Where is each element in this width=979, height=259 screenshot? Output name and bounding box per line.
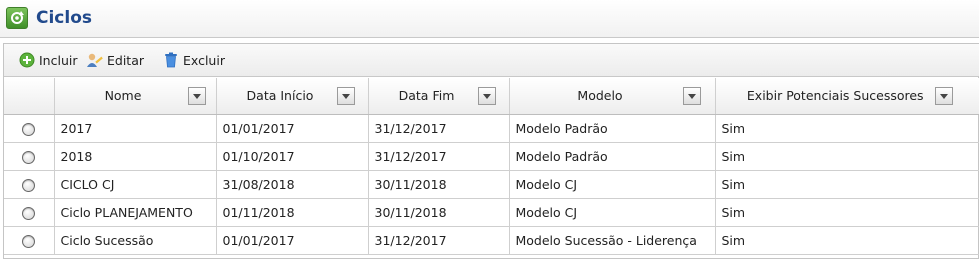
cell-data-fim: 30/11/2018	[368, 170, 510, 199]
column-header-data-inicio[interactable]: Data Início	[216, 78, 369, 115]
column-header-label: Data Início	[246, 88, 314, 104]
table-row[interactable]: 2018 01/10/2017 31/12/2017 Modelo Padrão…	[4, 142, 979, 171]
select-column-header	[4, 78, 55, 115]
editar-button[interactable]: Editar	[86, 51, 144, 69]
ciclos-table: Nome Data Início Data Fim Modelo Exibir …	[4, 78, 979, 255]
chevron-down-icon	[192, 93, 201, 99]
column-header-label: Nome	[104, 88, 142, 104]
radio-icon[interactable]	[22, 234, 36, 248]
table-header-row: Nome Data Início Data Fim Modelo Exibir …	[4, 78, 979, 115]
nome-filter-button[interactable]	[187, 87, 206, 105]
cell-modelo: Modelo CJ	[509, 198, 716, 227]
editar-label: Editar	[107, 52, 145, 68]
cell-modelo: Modelo Sucessão - Liderença	[509, 226, 716, 255]
cell-exibir: Sim	[715, 198, 979, 227]
row-select-cell[interactable]	[4, 198, 55, 227]
column-header-label: Modelo	[577, 88, 623, 104]
cell-data-fim: 31/12/2017	[368, 226, 510, 255]
table-row[interactable]: Ciclo PLANEJAMENTO 01/11/2018 30/11/2018…	[4, 198, 979, 227]
toolbar: Incluir Editar Excluir	[4, 44, 979, 77]
cell-exibir: Sim	[715, 142, 979, 171]
column-header-exibir[interactable]: Exibir Potenciais Sucessores	[715, 78, 979, 115]
page-title: Ciclos	[36, 8, 93, 28]
row-select-cell[interactable]	[4, 142, 55, 171]
cell-data-fim: 31/12/2017	[368, 142, 510, 171]
cell-data-inicio: 01/11/2018	[216, 198, 369, 227]
row-select-cell[interactable]	[4, 114, 55, 143]
cell-modelo: Modelo Padrão	[509, 142, 716, 171]
column-header-label: Data Fim	[398, 88, 455, 104]
table-row[interactable]: CICLO CJ 31/08/2018 30/11/2018 Modelo CJ…	[4, 170, 979, 199]
cell-data-inicio: 01/10/2017	[216, 142, 369, 171]
data-fim-filter-button[interactable]	[477, 87, 496, 105]
incluir-label: Incluir	[39, 52, 78, 68]
row-select-cell[interactable]	[4, 226, 55, 255]
add-icon	[18, 51, 36, 69]
cell-nome: 2017	[54, 114, 217, 143]
edit-icon	[86, 51, 104, 69]
incluir-button[interactable]: Incluir	[18, 51, 78, 69]
cell-nome: Ciclo Sucessão	[54, 226, 217, 255]
cell-nome: CICLO CJ	[54, 170, 217, 199]
cell-data-inicio: 01/01/2017	[216, 226, 369, 255]
chevron-down-icon	[482, 93, 491, 99]
table-row[interactable]: 2017 01/01/2017 31/12/2017 Modelo Padrão…	[4, 114, 979, 143]
cell-modelo: Modelo Padrão	[509, 114, 716, 143]
excluir-label: Excluir	[183, 52, 225, 68]
cell-exibir: Sim	[715, 114, 979, 143]
chevron-down-icon	[940, 93, 948, 99]
cycle-icon	[6, 7, 28, 29]
column-header-label: Exibir Potenciais Sucessores	[746, 88, 924, 104]
column-header-data-fim[interactable]: Data Fim	[368, 78, 510, 115]
exibir-filter-button[interactable]	[935, 87, 953, 105]
row-select-cell[interactable]	[4, 170, 55, 199]
radio-icon[interactable]	[22, 150, 36, 164]
cell-modelo: Modelo CJ	[509, 170, 716, 199]
cell-nome: 2018	[54, 142, 217, 171]
title-bar: Ciclos	[0, 0, 979, 38]
trash-icon	[162, 51, 180, 69]
cell-exibir: Sim	[715, 170, 979, 199]
chevron-down-icon	[341, 93, 350, 99]
chevron-down-icon	[687, 93, 696, 99]
modelo-filter-button[interactable]	[682, 87, 701, 105]
cell-data-inicio: 01/01/2017	[216, 114, 369, 143]
cell-data-inicio: 31/08/2018	[216, 170, 369, 199]
radio-icon[interactable]	[22, 206, 36, 220]
cell-data-fim: 31/12/2017	[368, 114, 510, 143]
excluir-button[interactable]: Excluir	[162, 51, 225, 69]
column-header-modelo[interactable]: Modelo	[509, 78, 716, 115]
radio-icon[interactable]	[22, 178, 36, 192]
cell-data-fim: 30/11/2018	[368, 198, 510, 227]
radio-icon[interactable]	[22, 122, 36, 136]
grid-panel: Incluir Editar Excluir Nome Data Início …	[3, 43, 979, 259]
table-row[interactable]: Ciclo Sucessão 01/01/2017 31/12/2017 Mod…	[4, 226, 979, 255]
cell-nome: Ciclo PLANEJAMENTO	[54, 198, 217, 227]
column-header-nome[interactable]: Nome	[54, 78, 217, 115]
cell-exibir: Sim	[715, 226, 979, 255]
data-inicio-filter-button[interactable]	[336, 87, 355, 105]
